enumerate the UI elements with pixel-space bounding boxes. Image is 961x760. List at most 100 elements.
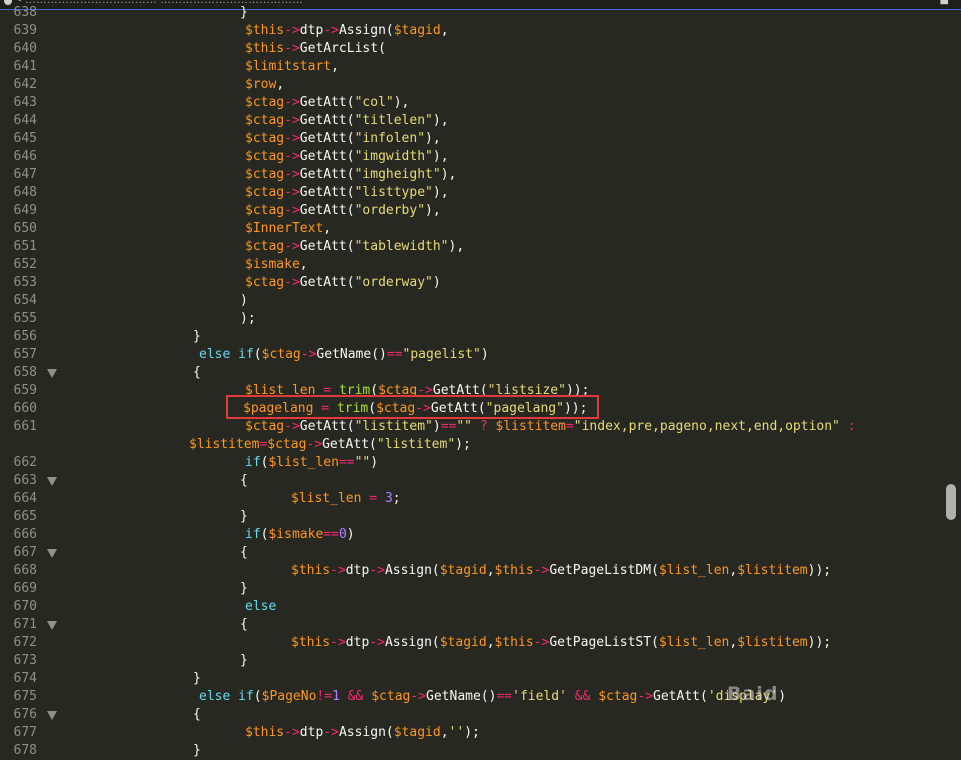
code-line[interactable]: 638} [0,4,961,22]
code-token: $this [291,563,331,578]
code-text: $ctag->GetAtt("titlelen"), [245,112,449,130]
code-line[interactable]: 647 $ctag->GetAtt("imgheight"), [0,166,961,184]
code-line[interactable]: 644 $ctag->GetAtt("titlelen"), [0,112,961,130]
code-line[interactable]: 658 { [0,364,961,382]
code-line[interactable]: 648 $ctag->GetAtt("listtype"), [0,184,961,202]
code-line[interactable]: 657 else if($ctag->GetName()=="pagelist") [0,346,961,364]
code-text: $ctag->GetAtt("tablewidth"), [245,238,464,256]
code-text: } [240,652,248,670]
code-line[interactable]: 649 $ctag->GetAtt("orderby"), [0,202,961,220]
code-line[interactable]: 646 $ctag->GetAtt("imgwidth"), [0,148,961,166]
code-line[interactable]: 639 $this->dtp->Assign($tagid, [0,22,961,40]
code-token: "listitem" [376,437,456,452]
fold-arrow-icon[interactable] [47,711,57,720]
code-token: } [240,653,248,668]
code-line[interactable]: 665} [0,508,961,526]
code-line[interactable]: 653 $ctag->GetAtt("orderway") [0,274,961,292]
code-token: { [240,545,248,560]
code-token: ), [393,95,410,110]
code-line[interactable]: 666 if($ismake==0) [0,526,961,544]
code-line[interactable]: 668 $this->dtp->Assign($tagid,$this->GetP… [0,562,961,580]
code-token: $PageNo [261,689,317,704]
code-editor[interactable]: 638} 639 $this->dtp->Assign($tagid, 640 $thi… [0,4,961,758]
code-line[interactable]: $listitem=$ctag->GetAtt("listitem"); [0,436,961,454]
code-line[interactable]: 677 $this->dtp->Assign($tagid,''); [0,724,961,742]
code-token: -> [410,689,427,704]
code-line[interactable]: 663 { [0,472,961,490]
code-line[interactable]: 669} [0,580,961,598]
code-token: -> [330,635,346,650]
code-token: -> [323,725,339,740]
fold-arrow-icon[interactable] [47,477,57,486]
code-token: $ismake [245,257,300,272]
code-token: '' [448,725,465,740]
line-number: 650 [13,221,37,236]
line-number: 659 [13,383,37,398]
code-line[interactable]: 671 { [0,616,961,634]
code-text: $ctag->GetAtt("listitem")=="" ? $listite… [245,418,856,436]
code-token: ) [480,347,489,362]
code-token: == [386,347,403,362]
code-line[interactable]: 673} [0,652,961,670]
code-line[interactable]: 670 else [0,598,961,616]
code-token: && [347,689,364,704]
code-token: $ismake [268,527,324,542]
fold-arrow-icon[interactable] [47,549,57,558]
code-token: $list_len [291,491,362,506]
line-number: 661 [13,419,37,434]
code-text: ) [240,292,248,310]
code-line[interactable]: 656} [0,328,961,346]
line-number: 649 [13,203,37,218]
code-line[interactable]: 672 $this->dtp->Assign($tagid,$this->GetP… [0,634,961,652]
code-line[interactable]: 641 $limitstart, [0,58,961,76]
code-line[interactable]: 675 else if($PageNo!=1 && $ctag->GetName(… [0,688,961,706]
code-line[interactable]: 642 $row, [0,76,961,94]
code-token: $this [245,41,285,56]
code-line[interactable]: 652 $ismake, [0,256,961,274]
code-token: , [276,77,285,92]
code-token: , [440,725,449,740]
code-token: $ctag [245,131,285,146]
code-token: 'field' [512,689,567,704]
code-token: , [486,635,495,650]
code-token: GetAtt( [299,185,355,200]
code-token: $ctag [245,203,285,218]
code-token: -> [300,347,317,362]
code-line[interactable]: 676 { [0,706,961,724]
code-text: $ctag->GetAtt("orderway") [245,274,441,292]
code-token: $ctag [245,419,285,434]
code-text: else if($PageNo!=1 && $ctag->GetName()==… [199,688,786,706]
line-number: 644 [13,113,37,128]
code-token: } [240,581,248,596]
code-line[interactable]: 645 $ctag->GetAtt("infolen"), [0,130,961,148]
code-token: 3 [384,491,393,506]
line-number: 652 [13,257,37,272]
line-number: 671 [13,617,37,632]
code-line[interactable]: 643 $ctag->GetAtt("col"), [0,94,961,112]
code-token: ) [346,527,355,542]
code-line[interactable]: 662 if($list_len=="") [0,454,961,472]
code-token: if [245,527,261,542]
code-line[interactable]: 667 { [0,544,961,562]
code-line[interactable]: 651 $ctag->GetAtt("tablewidth"), [0,238,961,256]
code-line[interactable]: 661 $ctag->GetAtt("listitem")=="" ? $list… [0,418,961,436]
line-number: 678 [13,743,37,758]
fold-arrow-icon[interactable] [47,621,57,630]
code-line[interactable]: 650 $InnerText, [0,220,961,238]
fold-arrow-icon[interactable] [47,369,57,378]
code-token: else [199,689,231,704]
code-line[interactable]: 678} [0,742,961,760]
code-line[interactable]: 655); [0,310,961,328]
code-line[interactable]: 664 $list_len = 3; [0,490,961,508]
code-text: { [193,364,201,382]
code-token: $ctag [371,689,411,704]
code-line[interactable]: 674} [0,670,961,688]
code-line[interactable]: 640 $this->GetArcList( [0,40,961,58]
code-token: -> [284,185,300,200]
code-line[interactable]: 654) [0,292,961,310]
vertical-scrollbar[interactable] [946,484,956,520]
